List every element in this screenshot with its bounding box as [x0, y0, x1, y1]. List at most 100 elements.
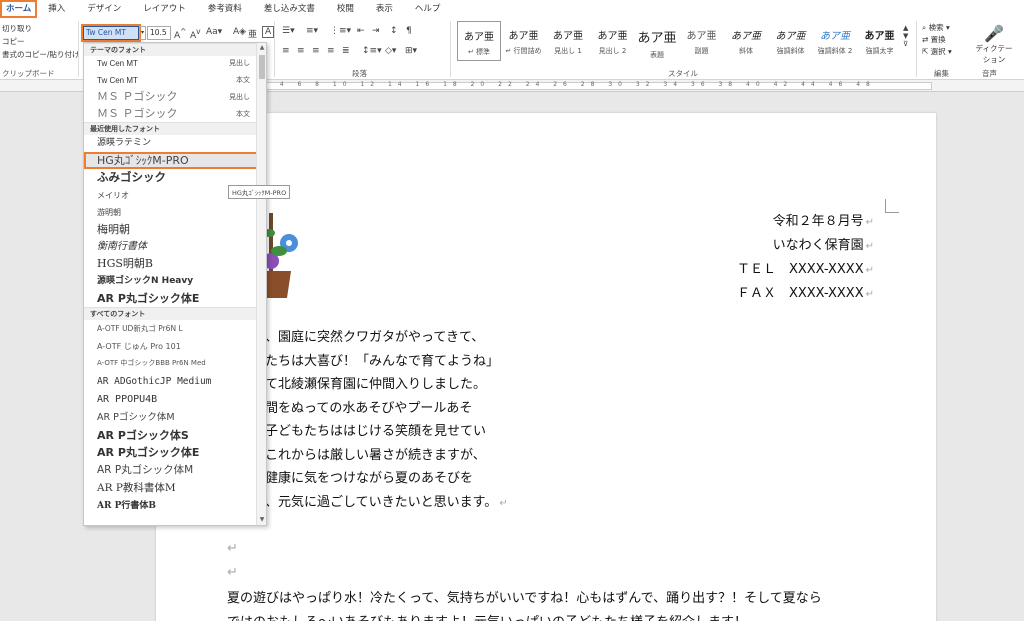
scroll-up-icon[interactable]: ▲ — [257, 43, 266, 53]
font-list-item[interactable]: ＭＳ Ｐゴシック 見出し — [84, 89, 266, 106]
shading-icon[interactable]: ◇▾ — [385, 46, 396, 56]
style-name: 強調太字 — [865, 47, 894, 55]
tab-0[interactable]: ホーム — [0, 0, 38, 18]
font-list-item[interactable]: 游明朝 — [84, 204, 266, 221]
font-list-item[interactable]: A-OTF UD新丸ゴ Pr6N L — [84, 320, 266, 338]
style-preview: あア亜 — [637, 31, 677, 46]
font-list-item[interactable]: ＭＳ Ｐゴシック 本文 — [84, 106, 266, 123]
font-name-dropdown-icon[interactable]: ▾ — [139, 26, 146, 40]
style-item[interactable]: あア亜 見出し 1 — [546, 21, 590, 61]
font-list-item[interactable]: HG丸ｺﾞｼｯｸM-PRO — [84, 152, 266, 170]
align-left-icon[interactable]: ≡ — [282, 46, 290, 56]
tab-3[interactable]: レイアウト — [132, 0, 197, 18]
cut-button[interactable]: 切り取り — [0, 22, 78, 35]
font-list-item[interactable]: AR P教科書体M — [84, 480, 266, 498]
font-list-item[interactable]: AR ADGothicJP Medium — [84, 373, 266, 391]
paragraph-2-line-2: ではのおもしろ～いあそびもありますよ！元気いっぱいの子どもたち様子を紹介します！ — [227, 611, 747, 621]
multilevel-list-icon[interactable]: ⋮≡▾ — [330, 26, 351, 36]
clear-format-icon[interactable]: A◈ — [233, 27, 246, 37]
copy-button[interactable]: コピー — [0, 35, 78, 48]
scrollbar-thumb[interactable] — [259, 55, 265, 79]
tab-2[interactable]: デザイン — [76, 0, 132, 18]
tab-4[interactable]: 参考資料 — [197, 0, 253, 18]
justify-icon[interactable]: ≡ — [327, 46, 335, 56]
grow-font-icon[interactable]: A^ — [174, 27, 186, 41]
decrease-indent-icon[interactable]: ⇤ — [357, 26, 365, 36]
style-name: 強調斜体 2 — [817, 47, 853, 55]
line-spacing-icon[interactable]: ↕≡▾ — [362, 46, 382, 56]
select-button[interactable]: ⇱ 選択 ▾ — [922, 46, 972, 58]
dropdown-scrollbar[interactable]: ▲ ▼ — [256, 43, 266, 525]
style-item[interactable]: あア亜 ↵ 行間詰め — [502, 21, 546, 61]
distributed-icon[interactable]: ≣ — [342, 46, 350, 56]
font-list-item[interactable]: 梅明朝 — [84, 221, 266, 238]
font-dropdown: テーマのフォント Tw Cen MT 見出し Tw Cen MT 本文 ＭＳ Ｐゴシック見… — [83, 42, 267, 526]
style-item[interactable]: あア亜 表題 — [635, 21, 679, 61]
numbering-icon[interactable]: ≡▾ — [306, 26, 318, 36]
sort-icon[interactable]: ↕ — [390, 26, 398, 36]
font-list-item[interactable]: AR Pゴシック体M — [84, 409, 266, 427]
font-list-item[interactable]: AR P丸ゴシック体E — [84, 290, 266, 307]
font-list-item[interactable]: AR P丸ゴシック体E — [84, 444, 266, 462]
gallery-scroll-icon[interactable]: ▲ ▼ ⊽ — [903, 24, 908, 48]
font-list-item[interactable]: ふみゴシック — [84, 169, 266, 186]
microphone-icon: 🎤 — [984, 24, 1004, 43]
style-item[interactable]: あア亜 斜体 — [724, 21, 768, 61]
style-name: 斜体 — [739, 47, 753, 55]
font-list-item[interactable]: 源暎ゴシックN Heavy — [84, 273, 266, 290]
style-preview: あア亜 — [553, 31, 583, 42]
font-list-item[interactable]: AR Pゴシック体S — [84, 427, 266, 445]
paragraph-1-line: これからは厳しい暑さが続きますが、 — [265, 447, 486, 463]
style-name: ↵ 行間詰め — [505, 47, 542, 55]
font-list-item[interactable]: Tw Cen MT 本文 — [84, 73, 266, 90]
font-list-item[interactable]: AR P行書体B — [84, 498, 266, 516]
paragraph-1-line: 間をぬっての水あそびやプールあそ — [265, 400, 473, 416]
font-size-input[interactable]: 10.5 — [147, 26, 171, 40]
style-item[interactable]: あア亜 見出し 2 — [591, 21, 635, 61]
clipboard-label: クリップボード — [2, 69, 55, 78]
scroll-down-icon[interactable]: ▼ — [257, 515, 266, 525]
paragraph-label: 段落 — [352, 69, 367, 78]
style-item[interactable]: あア亜 強調斜体 2 — [813, 21, 857, 61]
font-list-item[interactable]: AR PPOPU4B — [84, 391, 266, 409]
style-item[interactable]: あア亜 強調太字 — [858, 21, 902, 61]
font-list-item[interactable]: A-OTF 中ゴシックBBB Pr6N Med — [84, 355, 266, 373]
style-name: 見出し 2 — [598, 47, 627, 55]
tab-5[interactable]: 差し込み文書 — [253, 0, 326, 18]
margin-corner-mark — [885, 199, 899, 213]
replace-button[interactable]: ⇄ 置換 — [922, 34, 972, 46]
font-list-item[interactable]: A-OTF じゅん Pro 101 — [84, 338, 266, 356]
align-center-icon[interactable]: ≡ — [297, 46, 305, 56]
font-name-input[interactable]: Tw Cen MT — [81, 24, 141, 42]
font-list-item[interactable]: AR P丸ゴシック体M — [84, 462, 266, 480]
tab-8[interactable]: ヘルプ — [404, 0, 452, 18]
char-border-icon[interactable]: A — [262, 26, 275, 38]
font-list-item[interactable]: 源暎ラテミン — [84, 135, 266, 152]
bullets-icon[interactable]: ☰▾ — [282, 26, 295, 36]
separator — [274, 21, 275, 77]
increase-indent-icon[interactable]: ⇥ — [372, 26, 380, 36]
style-item[interactable]: あア亜 副題 — [680, 21, 724, 61]
select-icon: ⇱ — [922, 47, 931, 56]
font-list-item[interactable]: 衡南行書体 — [84, 238, 266, 255]
font-list-item[interactable]: Tw Cen MT 見出し — [84, 56, 266, 73]
find-button[interactable]: ⌕ 検索 ▾ — [922, 22, 972, 34]
separator — [450, 21, 451, 77]
style-item[interactable]: あア亜 強調斜体 — [769, 21, 813, 61]
show-marks-icon[interactable]: ¶ — [406, 26, 412, 36]
dictate-button[interactable]: 🎤 ディクテーション — [974, 24, 1014, 65]
tab-6[interactable]: 校閲 — [326, 0, 365, 18]
empty-paragraph-mark: ↵ — [227, 565, 238, 580]
style-item[interactable]: あア亜 ↵ 標準 — [457, 21, 501, 61]
tab-1[interactable]: 挿入 — [37, 0, 76, 18]
format-painter-button[interactable]: 書式のコピー/貼り付け — [0, 48, 80, 61]
separator — [78, 21, 79, 77]
shrink-font-icon[interactable]: Av — [190, 27, 201, 41]
font-list-item[interactable]: HGS明朝B — [84, 255, 266, 272]
phonetic-guide-icon[interactable]: 亜 — [248, 27, 257, 40]
empty-paragraph-mark: ↵ — [227, 541, 238, 556]
borders-icon[interactable]: ⊞▾ — [405, 46, 417, 56]
align-right-icon[interactable]: ≡ — [312, 46, 320, 56]
tab-7[interactable]: 表示 — [365, 0, 404, 18]
change-case-icon[interactable]: Aa▾ — [206, 27, 222, 37]
